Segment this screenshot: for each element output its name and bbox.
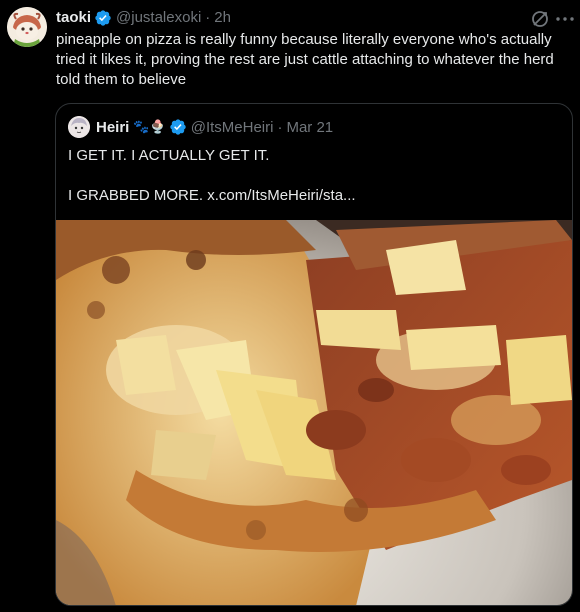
quote-author-handle[interactable]: @ItsMeHeiri bbox=[191, 119, 274, 136]
verified-badge-icon bbox=[169, 118, 187, 136]
quote-line-2: I GRABBED MORE. x.com/ItsMeHeiri/sta... bbox=[68, 187, 356, 204]
quote-time[interactable]: Mar 21 bbox=[286, 119, 333, 136]
quote-text: I GET IT. I ACTUALLY GET IT. I GRABBED M… bbox=[68, 146, 558, 206]
author-avatar[interactable] bbox=[7, 7, 47, 47]
tweet-time[interactable]: 2h bbox=[214, 8, 231, 28]
name-emojis: 🐾🍨 bbox=[133, 119, 166, 134]
author-handle[interactable]: @justalexoki bbox=[116, 8, 201, 28]
quote-header: Heiri 🐾🍨 @ItsMeHeiri · Mar 21 bbox=[68, 116, 333, 138]
quote-author-name[interactable]: Heiri bbox=[96, 119, 129, 136]
quote-author-avatar[interactable] bbox=[68, 116, 90, 138]
pizza-photo[interactable] bbox=[56, 220, 572, 605]
tweet-text: pineapple on pizza is really funny becau… bbox=[56, 31, 554, 88]
separator-dot: · bbox=[205, 9, 211, 26]
verified-badge-icon bbox=[94, 9, 112, 27]
separator-dot: · bbox=[277, 118, 283, 136]
tweet-header: taoki @justalexoki · 2h bbox=[56, 8, 568, 28]
quote-line-1: I GET IT. I ACTUALLY GET IT. bbox=[68, 147, 270, 164]
more-icon[interactable] bbox=[554, 8, 576, 30]
quoted-tweet[interactable]: Heiri 🐾🍨 @ItsMeHeiri · Mar 21 I GET IT. … bbox=[55, 103, 573, 606]
author-name[interactable]: taoki bbox=[56, 8, 91, 28]
grok-icon[interactable] bbox=[530, 9, 550, 29]
